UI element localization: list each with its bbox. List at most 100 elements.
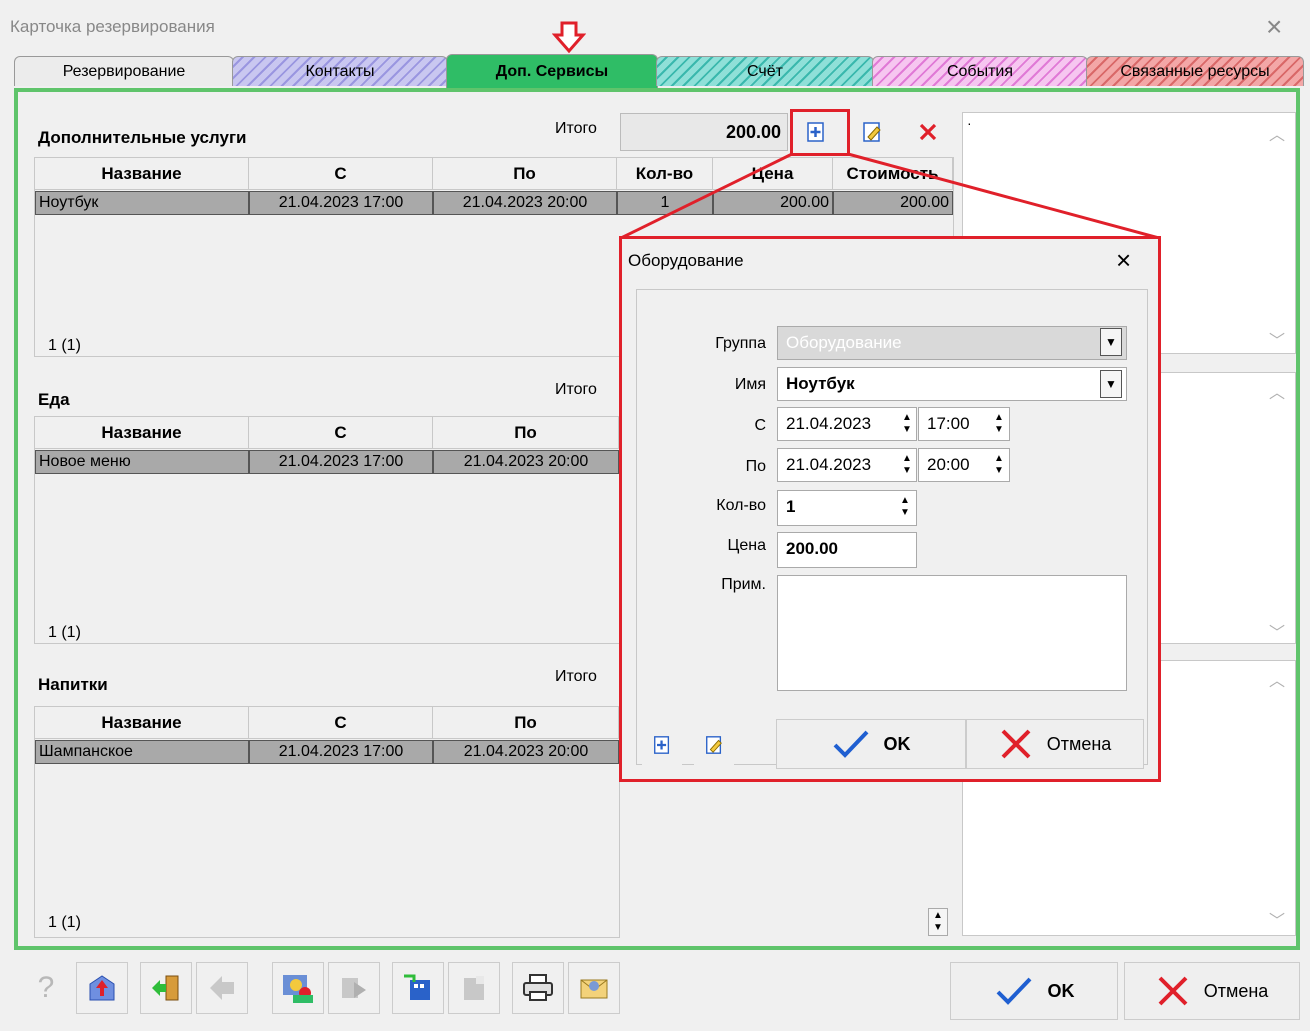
tab-reservation[interactable]: Резервирование [14,56,234,86]
to-date-spinner[interactable]: ▲ ▼ [898,448,916,482]
arrow-down-icon [552,21,586,54]
enter-door-button[interactable] [140,962,192,1014]
bottom-toolbar: ? OK Отмена [14,958,1304,1024]
scroll-down-icon[interactable]: ﹀ [1269,619,1285,643]
help-button[interactable]: ? [20,962,72,1014]
spin-up-icon: ▲ [902,453,912,464]
col-qty[interactable]: Кол-во [617,158,713,190]
upload-icon [89,975,115,1001]
table-row[interactable]: Новое меню 21.04.2023 17:00 21.04.2023 2… [35,450,619,474]
col-name[interactable]: Название [35,158,249,190]
col-price[interactable]: Цена [713,158,833,190]
export-button[interactable] [392,962,444,1014]
spin-up-icon: ▲ [933,910,943,921]
name-select[interactable]: Ноутбук [777,367,1127,401]
arrow-left-icon [210,976,234,1000]
extra-total-value: 200.00 [620,113,788,151]
tab-extra-services[interactable]: Доп. Сервисы [446,54,658,88]
tab-invoice[interactable]: Счёт [656,56,874,86]
dialog-title: Оборудование [628,251,744,270]
tab-related-resources[interactable]: Связанные ресурсы [1086,56,1304,86]
dialog-cancel-button[interactable]: Отмена [966,719,1144,769]
col-name[interactable]: Название [35,417,249,449]
email-button[interactable] [568,962,620,1014]
cell-to: 21.04.2023 20:00 [433,450,619,474]
col-from[interactable]: С [249,707,433,739]
col-to[interactable]: По [433,158,617,190]
scroll-up-icon[interactable]: ︿ [1269,379,1285,403]
col-to[interactable]: По [433,417,619,449]
from-date-input[interactable]: 21.04.2023 [777,407,917,441]
cell-name: Ноутбук [35,191,249,215]
food-record-counter: 1 (1) [48,624,81,641]
delete-service-button[interactable] [908,112,948,152]
scroll-down-icon[interactable]: ﹀ [1269,907,1285,931]
cross-icon [1158,976,1188,1006]
table-row[interactable]: Ноутбук 21.04.2023 17:00 21.04.2023 20:0… [35,191,953,215]
food-grid[interactable]: Название С По Новое меню 21.04.2023 17:0… [34,416,620,644]
from-label: С [754,417,766,434]
from-time-spinner[interactable]: ▲ ▼ [990,407,1008,441]
spin-down-icon: ▼ [902,424,912,435]
scroll-up-icon[interactable]: ︿ [1269,667,1285,691]
copy-disabled-icon [342,978,366,998]
upload-button[interactable] [76,962,128,1014]
printer-icon [523,974,553,1001]
grid-header: Название С По Кол-во Цена Стоимость [35,158,953,190]
back-button[interactable] [196,962,248,1014]
copy-button[interactable] [328,962,380,1014]
to-time-spinner[interactable]: ▲ ▼ [990,448,1008,482]
to-date-input[interactable]: 21.04.2023 [777,448,917,482]
dialog-ok-button[interactable]: OK [776,719,966,769]
extra-total-label: Итого [555,120,597,137]
document-disabled-icon [464,976,484,1000]
chevron-down-icon[interactable]: ▼ [1100,328,1122,356]
grid-spinner[interactable]: ▲ ▼ [928,908,948,936]
to-label: По [745,458,766,475]
scroll-up-icon[interactable]: ︿ [1269,121,1285,145]
note-textarea[interactable] [777,575,1127,691]
dialog-close-button[interactable]: × [1116,245,1131,276]
cell-to: 21.04.2023 20:00 [433,191,617,215]
grid-header: Название С По [35,417,619,449]
scroll-down-icon[interactable]: ﹀ [1269,327,1285,351]
dialog-body [636,289,1148,765]
drinks-grid[interactable]: Название С По Шампанское 21.04.2023 17:0… [34,706,620,938]
ok-button[interactable]: OK [950,962,1118,1020]
col-from[interactable]: С [249,417,433,449]
from-date-spinner[interactable]: ▲ ▼ [898,407,916,441]
col-name[interactable]: Название [35,707,249,739]
window-close-button[interactable]: × [1266,11,1282,43]
tab-contacts[interactable]: Контакты [232,56,448,86]
envelope-icon [580,979,608,999]
add-button-highlight [790,109,850,156]
name-label: Имя [734,376,766,393]
document-button[interactable] [448,962,500,1014]
chevron-down-icon[interactable]: ▼ [1100,370,1122,398]
dialog-edit-button[interactable] [694,725,734,765]
col-to[interactable]: По [433,707,619,739]
help-icon: ? [37,971,55,1004]
cell-to: 21.04.2023 20:00 [433,740,619,764]
cell-from: 21.04.2023 17:00 [249,740,433,764]
price-input[interactable]: 200.00 [777,532,917,568]
drinks-record-counter: 1 (1) [48,914,81,931]
edit-service-button[interactable] [852,112,892,152]
qty-spinner[interactable]: ▲ ▼ [896,490,914,524]
col-cost[interactable]: Стоимость [833,158,953,190]
col-from[interactable]: С [249,158,433,190]
spin-down-icon: ▼ [900,507,910,518]
tab-label: Счёт [747,62,783,80]
dialog-ok-label: OK [883,733,911,754]
people-icon [283,975,313,1003]
guests-button[interactable] [272,962,324,1014]
dialog-add-button[interactable] [642,725,682,765]
dialog-cancel-label: Отмена [1046,733,1112,754]
group-select[interactable]: Оборудование [777,326,1127,360]
table-row[interactable]: Шампанское 21.04.2023 17:00 21.04.2023 2… [35,740,619,764]
spin-up-icon: ▲ [900,495,910,506]
print-button[interactable] [512,962,564,1014]
cancel-button[interactable]: Отмена [1124,962,1300,1020]
cell-cost: 200.00 [833,191,953,215]
tab-events[interactable]: События [872,56,1088,86]
